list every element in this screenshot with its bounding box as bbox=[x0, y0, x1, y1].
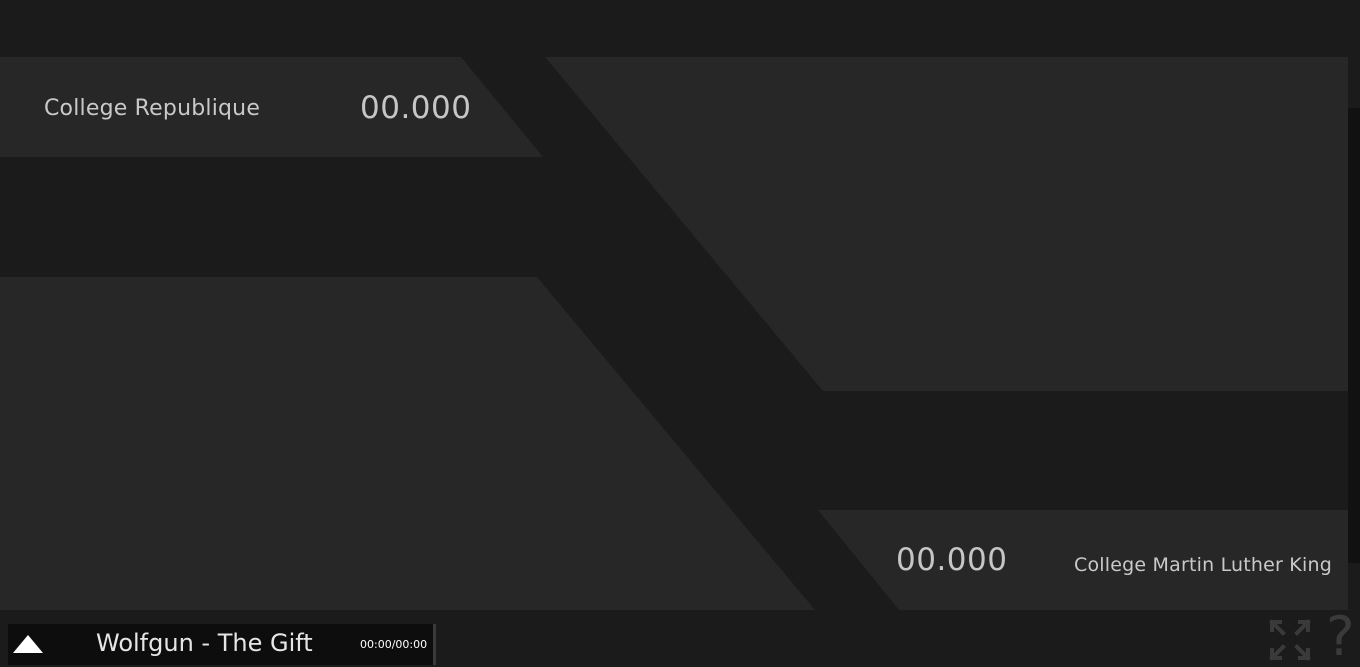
help-button[interactable]: ? bbox=[1326, 610, 1360, 667]
music-player: Wolfgun - The Gift 00:00/00:00 bbox=[8, 624, 436, 665]
left-team-name: College Republique bbox=[44, 96, 261, 121]
track-title: Wolfgun - The Gift bbox=[96, 629, 313, 657]
right-upper-panel bbox=[545, 57, 1348, 391]
fullscreen-button[interactable] bbox=[1268, 618, 1312, 662]
triangle-up-icon bbox=[13, 635, 43, 653]
player-toggle-button[interactable] bbox=[12, 632, 44, 656]
help-icon: ? bbox=[1326, 610, 1355, 667]
fullscreen-icon bbox=[1269, 619, 1311, 661]
bottom-bar: Wolfgun - The Gift 00:00/00:00 ? bbox=[0, 610, 1360, 667]
track-time: 00:00/00:00 bbox=[360, 638, 428, 651]
scoreboard-stage: College Republique 00.000 00.000 College… bbox=[0, 0, 1360, 667]
right-edge-bar bbox=[1348, 108, 1360, 563]
left-lower-panel bbox=[0, 277, 815, 610]
left-team-score: 00.000 bbox=[360, 90, 472, 126]
right-team-score: 00.000 bbox=[896, 542, 1008, 578]
right-team-name: College Martin Luther King bbox=[1074, 554, 1332, 576]
